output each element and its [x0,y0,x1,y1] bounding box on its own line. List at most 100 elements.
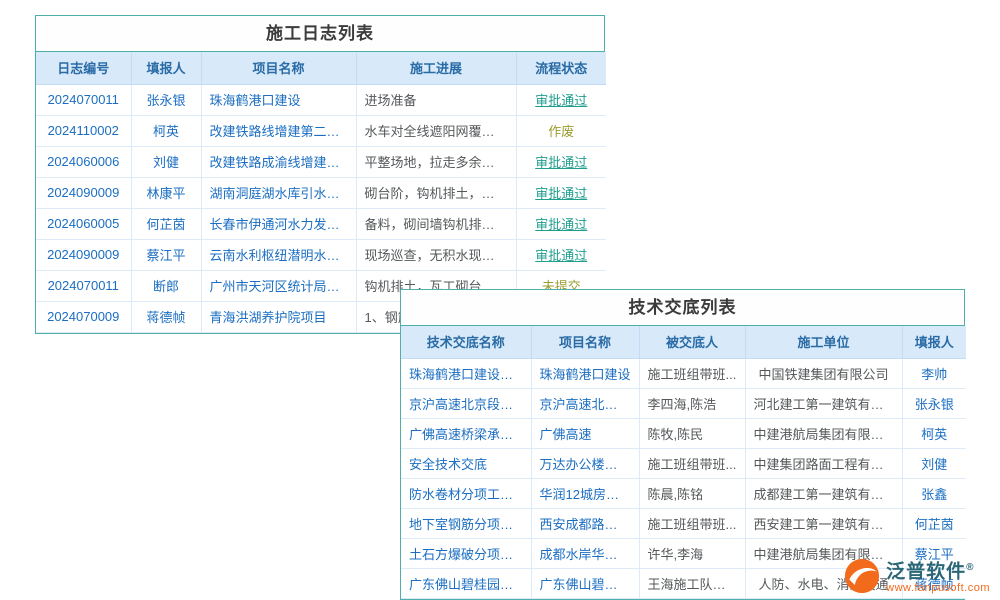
cell-status[interactable]: 审批通过 [516,208,606,239]
table-row[interactable]: 珠海鹤港口建设抗浮... 珠海鹤港口建设 施工班组带班... 中国铁建集团有限公… [401,358,966,388]
cell-filler[interactable]: 蒋德帧 [131,301,201,332]
cell-project-link[interactable]: 改建铁路线增建第二线直... [201,115,356,146]
table-row[interactable]: 2024060005 何芷茵 长春市伊通河水力发电厂... 备料，砌间墙钩机排土… [36,208,606,239]
cell-project-link[interactable]: 湖南洞庭湖水库引水工程... [201,177,356,208]
cell-filler[interactable]: 张永银 [131,84,201,115]
table-row[interactable]: 2024060006 刘健 改建铁路成渝线增建第二... 平整场地，拉走多余泥土… [36,146,606,177]
cell-log-id[interactable]: 2024070009 [36,301,131,332]
cell-filler[interactable]: 张鑫 [902,478,966,508]
cell-progress: 平整场地，拉走多余泥土15辆... [356,146,516,177]
cell-status[interactable]: 作废 [516,115,606,146]
cell-project-link[interactable]: 万达办公楼左侧A... [531,448,639,478]
cell-filler[interactable]: 林康平 [131,177,201,208]
construction-log-panel: 施工日志列表 日志编号 填报人 项目名称 施工进展 流程状态 202407001… [35,15,605,334]
cell-disclosure-link[interactable]: 京沪高速北京段维修... [401,388,531,418]
cell-filler[interactable]: 张永银 [902,388,966,418]
cell-project-link[interactable]: 青海洪湖养护院项目 [201,301,356,332]
cell-disclosure-link[interactable]: 安全技术交底 [401,448,531,478]
cell-filler[interactable]: 断郎 [131,270,201,301]
table-row[interactable]: 广佛高速桥梁承台施... 广佛高速 陈牧,陈民 中建港航局集团有限公司 柯英 [401,418,966,448]
registered-mark: ® [966,562,974,573]
cell-receiver: 陈牧,陈民 [639,418,745,448]
cell-filler[interactable]: 何芷茵 [131,208,201,239]
cell-project-link[interactable]: 成都水岸华庭名苑... [531,538,639,568]
cell-status[interactable]: 审批通过 [516,84,606,115]
cell-project-link[interactable]: 华润12城房建工... [531,478,639,508]
cell-unit: 中建港航局集团有限公司 [745,418,902,448]
cell-project-link[interactable]: 改建铁路成渝线增建第二... [201,146,356,177]
status-link[interactable]: 审批通过 [535,155,587,170]
fanpu-logo-text: 泛普软件® www.fanpusoft.com [886,558,990,594]
cell-log-id[interactable]: 2024070011 [36,270,131,301]
cell-log-id[interactable]: 2024110002 [36,115,131,146]
cell-disclosure-link[interactable]: 珠海鹤港口建设抗浮... [401,358,531,388]
cell-log-id[interactable]: 2024070011 [36,84,131,115]
table-row[interactable]: 2024090009 林康平 湖南洞庭湖水库引水工程... 砌台阶，钩机排土，二… [36,177,606,208]
cell-log-id[interactable]: 2024090009 [36,177,131,208]
table-row[interactable]: 安全技术交底 万达办公楼左侧A... 施工班组带班... 中建集团路面工程有限公… [401,448,966,478]
cell-filler[interactable]: 何芷茵 [902,508,966,538]
cell-filler[interactable]: 柯英 [131,115,201,146]
col-header-filler: 填报人 [902,326,966,358]
table-row[interactable]: 2024110002 柯英 改建铁路线增建第二线直... 水车对全线遮阳网覆盖点… [36,115,606,146]
cell-filler[interactable]: 蔡江平 [131,239,201,270]
cell-progress: 备料，砌间墙钩机排土，瓦工... [356,208,516,239]
fanpu-watermark: 泛普软件® www.fanpusoft.com [844,558,990,594]
table-header-row: 日志编号 填报人 项目名称 施工进展 流程状态 [36,52,606,84]
cell-filler[interactable]: 刘健 [902,448,966,478]
status-link[interactable]: 审批通过 [535,217,587,232]
cell-project-link[interactable]: 珠海鹤港口建设 [201,84,356,115]
cell-progress: 水车对全线遮阳网覆盖点进行... [356,115,516,146]
cell-project-link[interactable]: 京沪高速北京段维修 [531,388,639,418]
cell-receiver: 施工班组带班... [639,448,745,478]
cell-project-link[interactable]: 广佛高速 [531,418,639,448]
status-link[interactable]: 作废 [548,124,574,139]
table-row[interactable]: 2024070011 张永银 珠海鹤港口建设 进场准备 审批通过 [36,84,606,115]
col-header-status: 流程状态 [516,52,606,84]
cell-unit: 中国铁建集团有限公司 [745,358,902,388]
cell-project-link[interactable]: 广州市天河区统计局机房... [201,270,356,301]
col-header-receiver: 被交底人 [639,326,745,358]
brand-label: 泛普软件 [886,561,966,582]
cell-log-id[interactable]: 2024090009 [36,239,131,270]
table-row[interactable]: 京沪高速北京段维修... 京沪高速北京段维修 李四海,陈浩 河北建工第一建筑有限… [401,388,966,418]
cell-disclosure-link[interactable]: 广佛高速桥梁承台施... [401,418,531,448]
cell-project-link[interactable]: 珠海鹤港口建设 [531,358,639,388]
cell-status[interactable]: 审批通过 [516,146,606,177]
status-link[interactable]: 审批通过 [535,248,587,263]
cell-filler[interactable]: 柯英 [902,418,966,448]
brand-name: 泛普软件® [886,558,990,582]
cell-status[interactable]: 审批通过 [516,177,606,208]
cell-filler[interactable]: 李帅 [902,358,966,388]
cell-project-link[interactable]: 广东佛山碧桂园项目 [531,568,639,598]
cell-project-link[interactable]: 云南水利枢纽潜明水库一... [201,239,356,270]
cell-receiver: 施工班组带班... [639,508,745,538]
cell-disclosure-link[interactable]: 防水卷材分项工程施... [401,478,531,508]
cell-unit: 成都建工第一建筑有限责任公司 [745,478,902,508]
table-row[interactable]: 2024090009 蔡江平 云南水利枢纽潜明水库一... 现场巡查，无积水现象… [36,239,606,270]
col-header-progress: 施工进展 [356,52,516,84]
cell-disclosure-link[interactable]: 土石方爆破分项工程... [401,538,531,568]
table-row[interactable]: 地下室钢筋分项工程... 西安成都路龙湖上... 施工班组带班... 西安建工第… [401,508,966,538]
cell-unit: 西安建工第一建筑有限责任公司 [745,508,902,538]
cell-progress: 进场准备 [356,84,516,115]
tech-disclosure-title: 技术交底列表 [401,290,964,326]
cell-status[interactable]: 审批通过 [516,239,606,270]
cell-receiver: 李四海,陈浩 [639,388,745,418]
brand-url: www.fanpusoft.com [886,582,990,594]
cell-log-id[interactable]: 2024060006 [36,146,131,177]
cell-unit: 河北建工第一建筑有限责任公司 [745,388,902,418]
table-row[interactable]: 防水卷材分项工程施... 华润12城房建工... 陈晨,陈铭 成都建工第一建筑有… [401,478,966,508]
status-link[interactable]: 审批通过 [535,186,587,201]
table-header-row: 技术交底名称 项目名称 被交底人 施工单位 填报人 [401,326,966,358]
cell-disclosure-link[interactable]: 地下室钢筋分项工程... [401,508,531,538]
cell-disclosure-link[interactable]: 广东佛山碧桂园项目... [401,568,531,598]
status-link[interactable]: 审批通过 [535,93,587,108]
cell-project-link[interactable]: 西安成都路龙湖上... [531,508,639,538]
cell-progress: 现场巡查，无积水现象，水马... [356,239,516,270]
cell-project-link[interactable]: 长春市伊通河水力发电厂... [201,208,356,239]
cell-log-id[interactable]: 2024060005 [36,208,131,239]
fanpu-logo-icon [844,558,880,594]
cell-filler[interactable]: 刘健 [131,146,201,177]
cell-receiver: 许华,李海 [639,538,745,568]
